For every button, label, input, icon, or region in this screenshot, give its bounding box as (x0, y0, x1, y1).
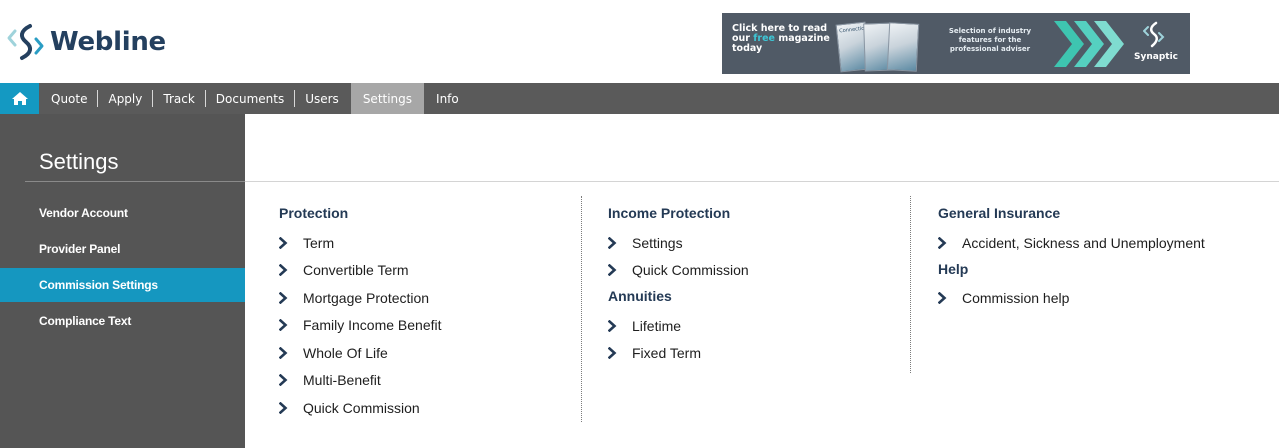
general-insurance-links: Accident, Sickness and Unemployment (938, 229, 1205, 257)
annuities-link-label: Fixed Term (632, 345, 701, 362)
annuities-heading: Annuities (608, 288, 672, 304)
general-insurance-link[interactable]: Accident, Sickness and Unemployment (938, 229, 1205, 257)
protection-link[interactable]: Convertible Term (279, 257, 442, 285)
chevron-right-icon (279, 319, 303, 332)
income-protection-link[interactable]: Settings (608, 229, 749, 257)
nav-settings[interactable]: Settings (350, 83, 425, 114)
protection-link[interactable]: Multi-Benefit (279, 367, 442, 395)
help-links: Commission help (938, 285, 1205, 313)
nav-info[interactable]: Info (426, 83, 469, 114)
protection-heading: Protection (279, 205, 349, 221)
protection-link-label: Mortgage Protection (303, 289, 430, 306)
income-protection-link[interactable]: Quick Commission (608, 257, 749, 285)
sidebar-title: Settings (39, 149, 119, 174)
protection-link-label: Whole Of Life (303, 344, 388, 361)
protection-link-label: Term (303, 234, 335, 251)
webline-logo[interactable]: Webline (6, 22, 166, 62)
banner-tagline: Selection of industry features for the p… (948, 27, 1032, 53)
protection-link[interactable]: Term (279, 229, 442, 257)
nav-track[interactable]: Track (153, 83, 204, 114)
chevron-right-icon (608, 347, 632, 360)
magazine-cover (886, 22, 920, 72)
income-protection-column: Income Protection Settings Quick Commissi… (608, 204, 749, 367)
chevron-right-icon (279, 291, 303, 304)
content-divider (245, 181, 1279, 182)
protection-link[interactable]: Mortgage Protection (279, 284, 442, 312)
column-divider (910, 196, 911, 373)
partner-name: Synaptic (1134, 52, 1178, 62)
column-divider (581, 196, 582, 422)
annuities-link[interactable]: Lifetime (608, 312, 749, 340)
income-protection-heading: Income Protection (608, 205, 731, 221)
help-heading: Help (938, 260, 969, 277)
magazine-banner[interactable]: Click here to read our free magazine tod… (722, 13, 1190, 74)
income-protection-link-label: Quick Commission (632, 262, 749, 279)
sidebar-item-vendor-account[interactable]: Vendor Account (0, 196, 245, 230)
chevron-right-icon (279, 346, 303, 359)
income-protection-links: Settings Quick Commission (608, 229, 749, 284)
general-insurance-column: General Insurance Accident, Sickness and… (938, 204, 1205, 312)
chevron-right-icon (938, 236, 962, 249)
chevron-right-icon (608, 319, 632, 332)
help-link[interactable]: Commission help (938, 285, 1205, 313)
sidebar-item-commission-settings[interactable]: Commission Settings (0, 268, 245, 302)
synaptic-logo-icon (1143, 21, 1165, 48)
general-insurance-heading: General Insurance (938, 205, 1061, 221)
chevron-right-icon (608, 264, 632, 277)
nav-apply[interactable]: Apply (98, 83, 152, 114)
home-icon (11, 92, 28, 105)
nav-home[interactable] (0, 83, 39, 114)
protection-link[interactable]: Quick Commission (279, 394, 442, 422)
chevron-right-icon (279, 236, 303, 249)
brand-name: Webline (50, 27, 166, 57)
chevron-right-icon (279, 401, 303, 414)
main-nav: Quote Apply Track Documents Users Settin… (0, 83, 1279, 114)
general-insurance-link-label: Accident, Sickness and Unemployment (962, 234, 1205, 251)
protection-link[interactable]: Whole Of Life (279, 339, 442, 367)
header: Webline Click here to read our free maga… (0, 0, 1279, 83)
protection-link-label: Convertible Term (303, 262, 409, 279)
annuities-link-label: Lifetime (632, 317, 682, 334)
chevron-right-icon (279, 374, 303, 387)
protection-column: Protection Term Convertible Term Mortgage … (279, 204, 442, 422)
income-protection-link-label: Settings (632, 234, 683, 251)
sidebar-item-compliance-text[interactable]: Compliance Text (0, 304, 245, 338)
nav-users[interactable]: Users (295, 83, 349, 114)
protection-link-label: Quick Commission (303, 399, 420, 416)
nav-quote[interactable]: Quote (39, 83, 97, 114)
protection-link-label: Family Income Benefit (303, 317, 442, 334)
banner-callout: Click here to read our free magazine tod… (732, 24, 832, 54)
annuities-link[interactable]: Fixed Term (608, 340, 749, 368)
annuities-links: Lifetime Fixed Term (608, 312, 749, 367)
protection-link[interactable]: Family Income Benefit (279, 312, 442, 340)
sidebar: Settings Vendor Account Provider Panel C… (0, 114, 245, 448)
help-link-label: Commission help (962, 290, 1070, 307)
sidebar-item-provider-panel[interactable]: Provider Panel (0, 232, 245, 266)
webline-logo-icon (7, 24, 44, 60)
chevron-right-icon (938, 292, 962, 305)
protection-links: Term Convertible Term Mortgage Protection F… (279, 229, 442, 422)
chevrons-icon (1054, 21, 1124, 67)
nav-documents[interactable]: Documents (206, 83, 294, 114)
chevron-right-icon (279, 264, 303, 277)
protection-link-label: Multi-Benefit (303, 372, 381, 389)
chevron-right-icon (608, 236, 632, 249)
sidebar-divider (25, 181, 245, 182)
